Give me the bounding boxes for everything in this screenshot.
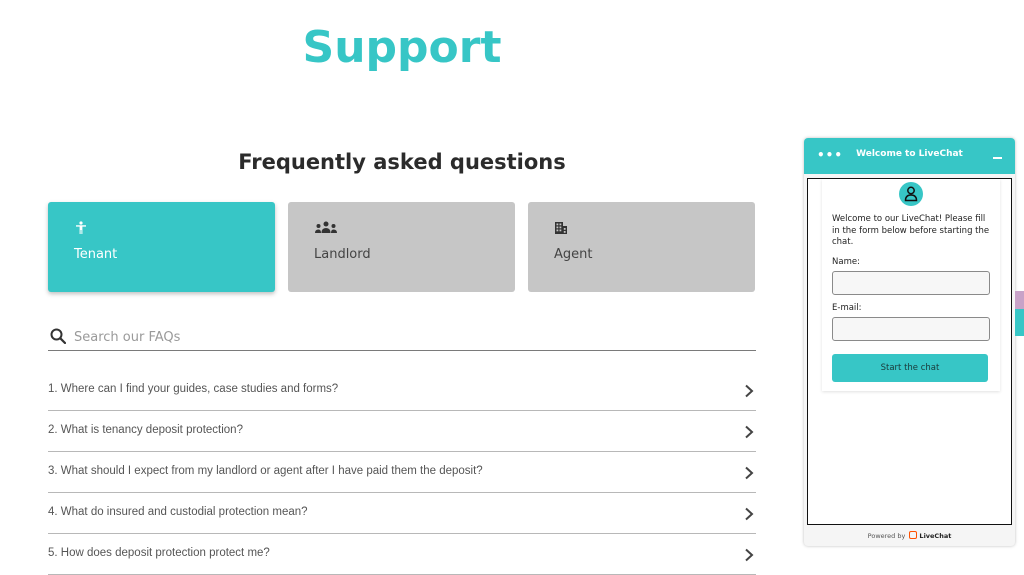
minimize-icon[interactable]: [993, 157, 1002, 159]
faq-search: [48, 324, 756, 351]
email-field[interactable]: [832, 317, 990, 341]
role-label-tenant: Tenant: [74, 247, 118, 262]
welcome-message: Welcome to our LiveChat! Please fill in …: [832, 214, 990, 247]
prechat-form: Welcome to our LiveChat! Please fill in …: [822, 179, 1000, 391]
livechat-header: ••• Welcome to LiveChat: [804, 138, 1015, 174]
role-label-agent: Agent: [554, 247, 593, 262]
faq-heading: Frequently asked questions: [238, 150, 566, 174]
livechat-logo-icon: [909, 531, 918, 539]
faq-question: 1. Where can I find your guides, case st…: [48, 383, 339, 395]
powered-by-text: Powered by: [867, 532, 906, 540]
livechat-title: Welcome to LiveChat: [856, 149, 963, 159]
faq-question: 5. How does deposit protection protect m…: [48, 547, 270, 559]
name-label: Name:: [832, 257, 860, 267]
faq-item[interactable]: 1. Where can I find your guides, case st…: [48, 370, 756, 411]
search-input[interactable]: [72, 325, 746, 349]
people-group-icon: [314, 220, 338, 239]
person-icon: [74, 220, 88, 239]
chevron-right-icon: [744, 383, 754, 402]
page-title: Support: [302, 22, 502, 73]
side-tab[interactable]: [1015, 291, 1024, 309]
chevron-right-icon: [744, 547, 754, 566]
side-tab[interactable]: [1015, 309, 1024, 336]
livechat-widget: ••• Welcome to LiveChat Welcome to our L…: [804, 138, 1015, 546]
chevron-right-icon: [744, 506, 754, 525]
faq-question: 3. What should I expect from my landlord…: [48, 465, 483, 477]
livechat-footer: Powered by LiveChat: [804, 527, 1015, 546]
user-icon: [904, 186, 918, 202]
faq-item[interactable]: 2. What is tenancy deposit protection?: [48, 411, 756, 452]
chevron-right-icon: [744, 424, 754, 443]
avatar: [899, 182, 923, 206]
role-label-landlord: Landlord: [314, 247, 371, 262]
faq-item[interactable]: 3. What should I expect from my landlord…: [48, 452, 756, 493]
role-card-landlord[interactable]: Landlord: [288, 202, 515, 292]
faq-question: 4. What do insured and custodial protect…: [48, 506, 308, 518]
chevron-right-icon: [744, 465, 754, 484]
livechat-body: Welcome to our LiveChat! Please fill in …: [807, 178, 1012, 525]
role-card-tenant[interactable]: Tenant: [48, 202, 275, 292]
livechat-brand[interactable]: LiveChat: [919, 532, 951, 540]
start-chat-button[interactable]: Start the chat: [832, 354, 988, 382]
building-icon: [554, 220, 568, 239]
email-label: E-mail:: [832, 303, 862, 313]
role-card-agent[interactable]: Agent: [528, 202, 755, 292]
faq-question: 2. What is tenancy deposit protection?: [48, 424, 243, 436]
faq-item[interactable]: 4. What do insured and custodial protect…: [48, 493, 756, 534]
search-icon[interactable]: [50, 328, 67, 348]
faq-list: 1. Where can I find your guides, case st…: [48, 370, 756, 575]
name-field[interactable]: [832, 271, 990, 295]
